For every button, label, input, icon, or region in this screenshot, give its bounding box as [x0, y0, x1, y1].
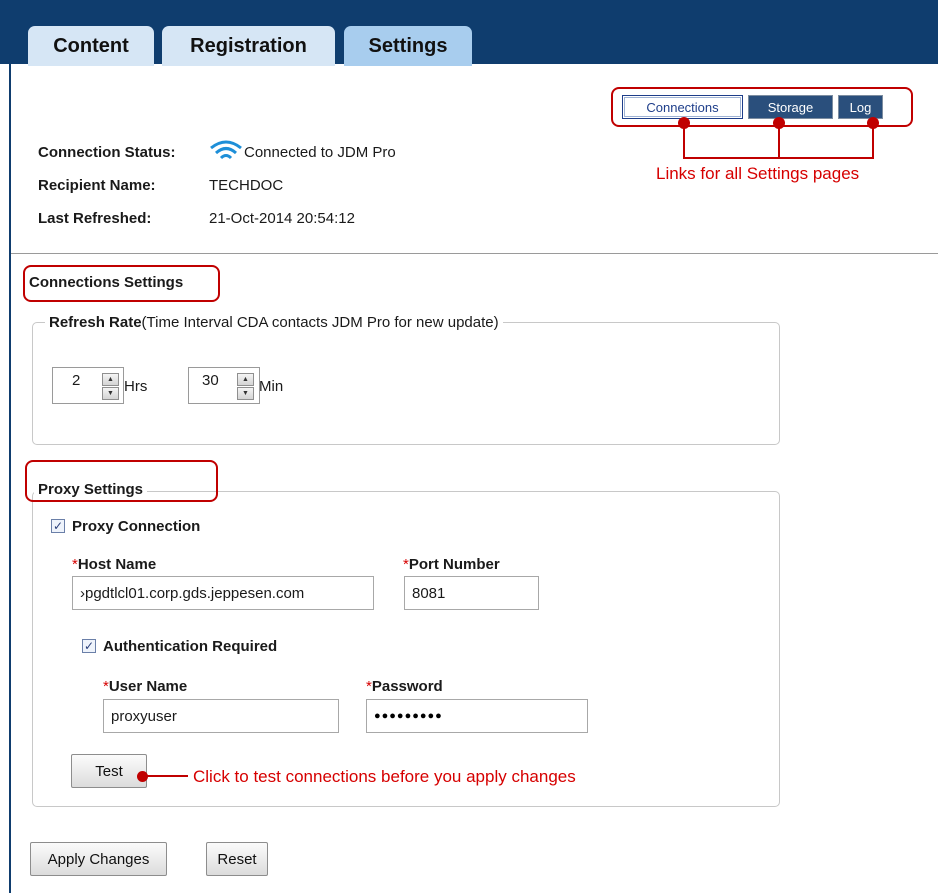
apply-changes-button[interactable]: Apply Changes [30, 842, 167, 876]
tab-settings[interactable]: Settings [344, 26, 472, 66]
last-refreshed-value: 21-Oct-2014 20:54:12 [209, 210, 355, 227]
recipient-name-label: Recipient Name: [38, 177, 156, 194]
password-label-text: Password [371, 678, 443, 695]
authentication-required-label: Authentication Required [103, 638, 278, 655]
host-name-input[interactable]: ›pgdtlcl01.corp.gds.jeppesen.com [72, 576, 374, 610]
reset-button[interactable]: Reset [206, 842, 268, 876]
refresh-rate-label: Refresh Rate [49, 314, 142, 331]
wifi-icon [209, 138, 243, 164]
section-divider [11, 253, 938, 254]
callout-line [778, 123, 780, 158]
minutes-up-button[interactable]: ▲ [237, 373, 254, 386]
connection-status-value: Connected to JDM Pro [244, 144, 396, 161]
hours-up-button[interactable]: ▲ [102, 373, 119, 386]
proxy-connection-checkbox[interactable]: ✓ [51, 519, 65, 533]
proxy-settings-legend: Proxy Settings [34, 481, 148, 498]
authentication-required-checkbox[interactable]: ✓ [82, 639, 96, 653]
settings-links-callout: Links for all Settings pages [656, 164, 860, 183]
hours-down-button[interactable]: ▼ [102, 387, 119, 400]
port-number-label-text: Port Number [408, 556, 500, 573]
port-number-input[interactable]: 8081 [404, 576, 539, 610]
callout-line [872, 123, 874, 158]
hours-unit-label: Hrs [124, 378, 148, 395]
content-left-border [9, 64, 11, 893]
password-label: *Password [366, 678, 443, 695]
callout-line [683, 157, 874, 159]
user-name-label-text: User Name [108, 678, 188, 695]
subnav-log-link[interactable]: Log [838, 95, 883, 119]
minutes-unit-label: Min [259, 378, 284, 395]
password-input[interactable]: ●●●●●●●●● [366, 699, 588, 733]
host-name-label-text: Host Name [77, 556, 157, 573]
tab-registration[interactable]: Registration [162, 26, 335, 66]
last-refreshed-label: Last Refreshed: [38, 210, 152, 227]
callout-line [146, 775, 188, 777]
recipient-name-value: TECHDOC [209, 177, 284, 194]
proxy-connection-label: Proxy Connection [72, 518, 201, 535]
callout-line [683, 123, 685, 158]
connection-status-label: Connection Status: [38, 144, 176, 161]
test-callout: Click to test connections before you app… [193, 767, 576, 786]
minutes-value[interactable]: 30 [202, 372, 219, 389]
refresh-rate-legend: Refresh Rate(Time Interval CDA contacts … [45, 314, 503, 331]
connections-settings-heading: Connections Settings [29, 274, 184, 291]
hours-value[interactable]: 2 [72, 372, 80, 389]
test-button[interactable]: Test [71, 754, 147, 788]
minutes-down-button[interactable]: ▼ [237, 387, 254, 400]
host-name-label: *Host Name [72, 556, 156, 573]
user-name-input[interactable]: proxyuser [103, 699, 339, 733]
tab-content[interactable]: Content [28, 26, 154, 66]
refresh-rate-description: (Time Interval CDA contacts JDM Pro for … [141, 314, 499, 331]
user-name-label: *User Name [103, 678, 187, 695]
subnav-storage-link[interactable]: Storage [748, 95, 833, 119]
port-number-label: *Port Number [403, 556, 500, 573]
subnav-connections-link[interactable]: Connections [622, 95, 743, 119]
